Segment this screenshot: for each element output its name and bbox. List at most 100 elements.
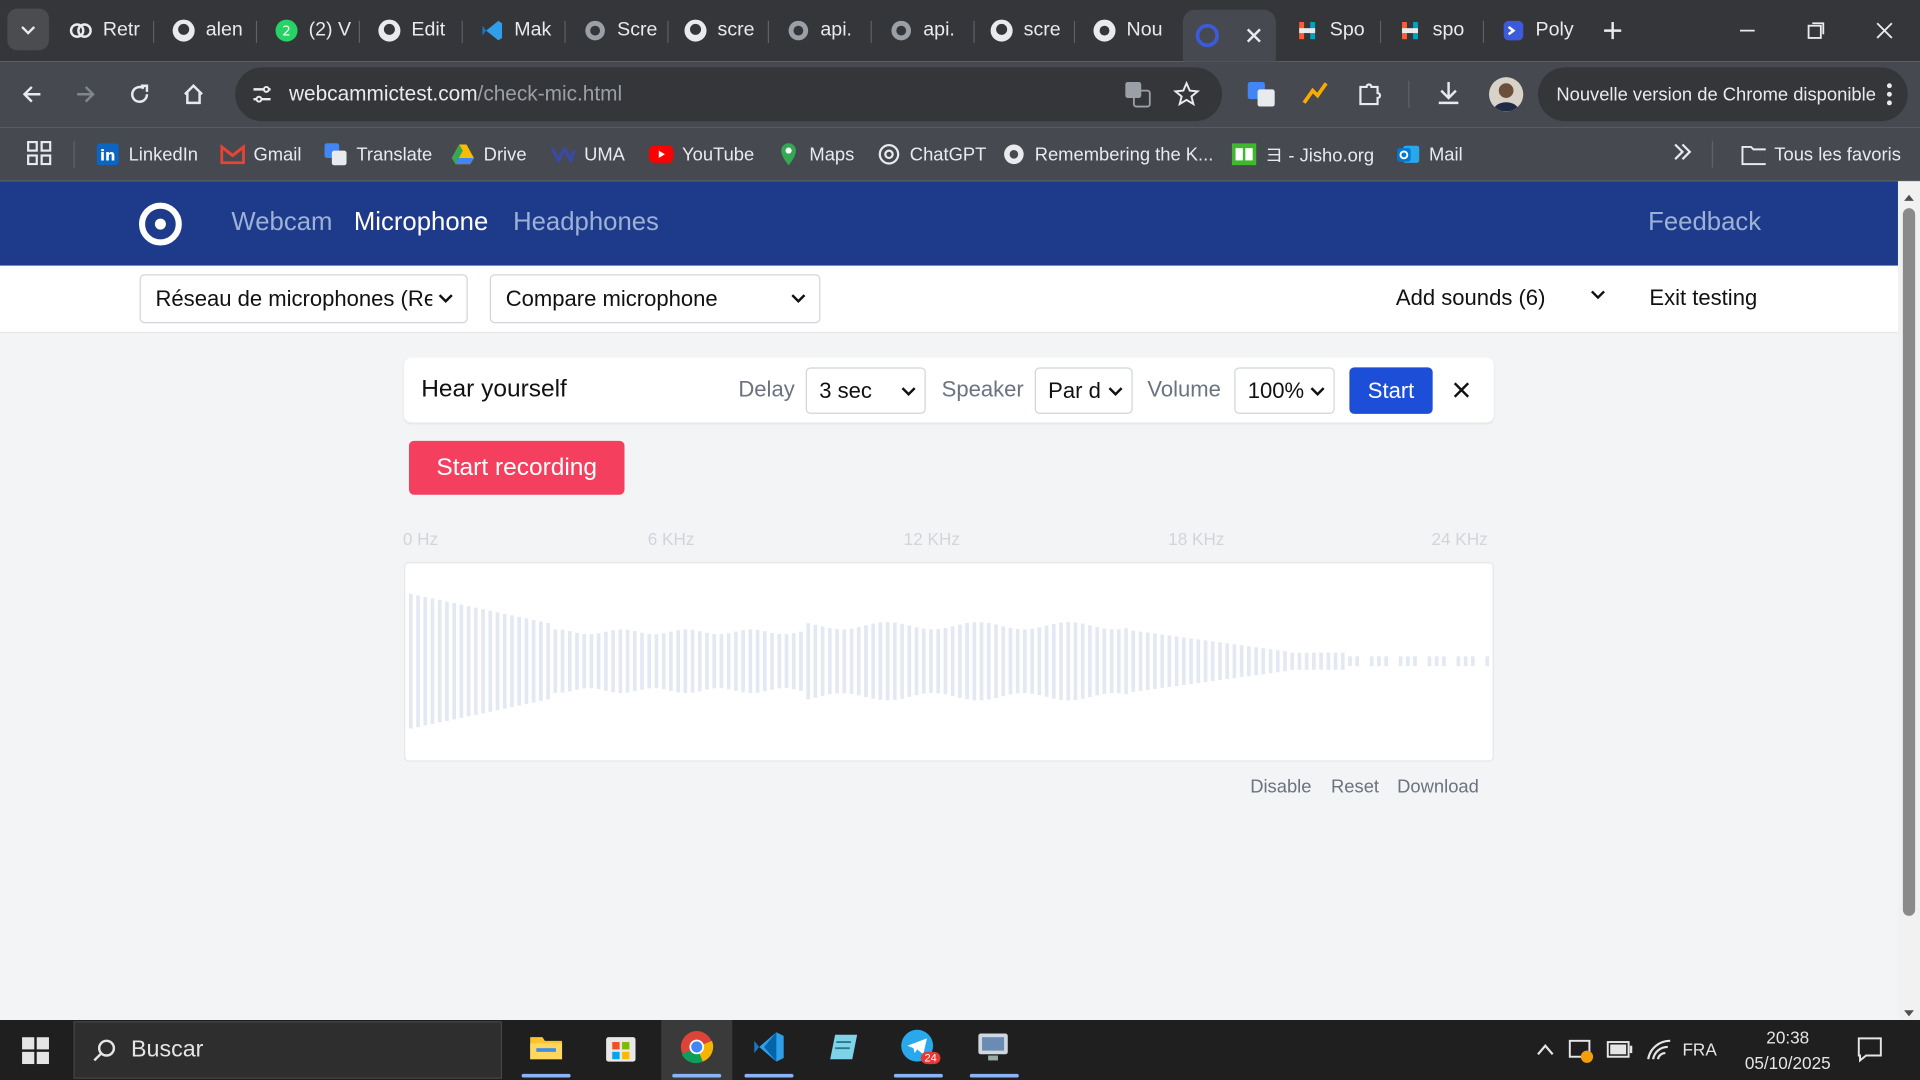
tab-9[interactable]: api. — [889, 10, 975, 52]
notifications-icon[interactable] — [1856, 1036, 1883, 1069]
tab-15[interactable]: Poly — [1501, 10, 1587, 52]
scrollbar-thumb[interactable] — [1902, 208, 1916, 916]
tab-active-webcammictest[interactable] — [1182, 9, 1276, 62]
nav-webcam[interactable]: Webcam — [231, 208, 332, 237]
language-indicator[interactable]: FRA — [1682, 1040, 1716, 1060]
address-bar[interactable]: webcammictest.com/check-mic.html — [235, 67, 1223, 122]
tab-5[interactable]: Mak — [480, 10, 566, 52]
start-recording-button[interactable]: Start recording — [408, 440, 625, 495]
add-sounds-button[interactable]: Add sounds (6) — [1396, 285, 1605, 311]
tab-3[interactable]: 2 (2) V — [274, 10, 361, 52]
download-icon[interactable] — [1435, 80, 1462, 113]
spectrum-bar — [488, 610, 493, 712]
battery-icon[interactable] — [1606, 1041, 1634, 1064]
home-button[interactable] — [174, 75, 213, 114]
new-tab-button[interactable] — [1594, 12, 1631, 49]
bookmark-jisho[interactable]: ヨ - Jisho.org — [1231, 140, 1374, 169]
extensions-puzzle-icon[interactable] — [1357, 80, 1384, 113]
taskbar-microsoft-store[interactable] — [589, 1020, 653, 1080]
bookmark-chatgpt[interactable]: ChatGPT — [877, 140, 986, 169]
spectrum-bar — [445, 601, 449, 721]
bookmark-uma[interactable]: UMA — [551, 140, 625, 169]
page-scrollbar[interactable] — [1897, 181, 1920, 1021]
tab-2[interactable]: alen — [171, 10, 258, 52]
reload-button[interactable] — [120, 75, 159, 114]
taskbar-remote-desktop[interactable] — [962, 1020, 1026, 1080]
start-playback-button[interactable]: Start — [1349, 367, 1433, 414]
windows-start-icon[interactable] — [22, 1037, 49, 1070]
tab-13[interactable]: Spo — [1296, 10, 1382, 52]
tab-7[interactable]: scre — [683, 10, 769, 52]
scroll-up-icon[interactable] — [1903, 186, 1915, 208]
taskbar-notepad[interactable] — [812, 1020, 876, 1080]
tab-4[interactable]: Edit — [377, 10, 463, 52]
exit-testing-button[interactable]: Exit testing — [1649, 285, 1757, 311]
forward-button[interactable] — [66, 75, 105, 114]
tab-14[interactable]: spo — [1398, 10, 1485, 52]
chrome-update-button[interactable]: Nouvelle version de Chrome disponible — [1537, 67, 1908, 122]
tab-8[interactable]: api. — [786, 10, 872, 52]
bookmark-translate[interactable]: Translate — [323, 140, 432, 169]
bookmark-youtube[interactable]: YouTube — [648, 140, 754, 169]
back-button[interactable] — [12, 75, 51, 114]
tab-search-button[interactable] — [7, 8, 49, 51]
tab-11[interactable]: Nou — [1092, 10, 1170, 52]
close-tab-icon[interactable] — [1242, 23, 1266, 47]
speaker-select[interactable]: Par d — [1034, 367, 1133, 414]
bookmark-drive[interactable]: Drive — [451, 140, 527, 169]
more-bookmarks-icon[interactable] — [1673, 142, 1693, 168]
tab-10[interactable]: scre — [989, 10, 1076, 52]
bookmark-mail[interactable]: Mail — [1396, 140, 1463, 169]
search-placeholder: Buscar — [131, 1036, 204, 1063]
compare-microphone-select[interactable]: Compare microphone — [489, 274, 821, 324]
nav-headphones[interactable]: Headphones — [513, 208, 659, 237]
minimize-button[interactable] — [1729, 12, 1766, 49]
nav-feedback[interactable]: Feedback — [1648, 208, 1761, 237]
taskbar-vscode[interactable] — [737, 1020, 801, 1080]
vscode-icon — [480, 18, 504, 42]
volume-select[interactable]: 100% — [1234, 367, 1335, 414]
close-icon — [1876, 22, 1893, 39]
bookmark-linkedin[interactable]: in LinkedIn — [96, 140, 198, 169]
spectrum-bar — [567, 631, 572, 692]
spectrum-bar — [726, 633, 731, 690]
clock[interactable]: 20:38 05/10/2025 — [1729, 1025, 1847, 1076]
google-translate-extension-icon[interactable] — [1247, 81, 1276, 114]
translate-page-icon[interactable] — [1124, 81, 1151, 114]
extension-pen-icon[interactable] — [1300, 78, 1329, 114]
bookmark-maps[interactable]: Maps — [776, 140, 854, 169]
taskbar-search[interactable]: Buscar — [73, 1021, 503, 1079]
taskbar-chrome[interactable] — [661, 1020, 733, 1080]
close-window-button[interactable] — [1866, 12, 1903, 49]
nav-microphone[interactable]: Microphone — [354, 208, 488, 237]
site-logo[interactable] — [137, 201, 184, 254]
bookmark-star-icon[interactable] — [1173, 80, 1200, 114]
spectrum-bar — [452, 603, 457, 720]
spectrum-bar — [799, 631, 803, 691]
spectrum-bar — [712, 634, 717, 689]
wifi-icon[interactable] — [1646, 1037, 1673, 1068]
update-tray-icon[interactable] — [1567, 1037, 1594, 1070]
url-text[interactable]: webcammictest.com/check-mic.html — [289, 82, 622, 106]
spectrum-bar — [560, 629, 565, 693]
tab-6[interactable]: Scre — [583, 10, 669, 52]
disable-link[interactable]: Disable — [1250, 776, 1311, 797]
tab-title: Poly — [1535, 19, 1574, 41]
tab-1[interactable]: Retr — [69, 10, 155, 52]
reset-link[interactable]: Reset — [1331, 776, 1379, 797]
bookmark-remembering-the-kanji[interactable]: Remembering the K... — [1002, 140, 1213, 169]
taskbar-telegram[interactable]: 24 — [887, 1020, 951, 1080]
microphone-select[interactable]: Réseau de microphones (Re — [139, 274, 468, 324]
delay-select[interactable]: 3 sec — [805, 367, 926, 414]
bookmark-gmail[interactable]: Gmail — [220, 140, 301, 169]
restore-button[interactable] — [1798, 12, 1835, 49]
taskbar-file-explorer[interactable] — [514, 1020, 578, 1080]
profile-avatar[interactable] — [1488, 77, 1524, 112]
site-info-icon[interactable] — [250, 82, 274, 113]
show-hidden-icons[interactable] — [1536, 1041, 1556, 1063]
spectrum-bar — [986, 623, 991, 700]
download-link[interactable]: Download — [1397, 776, 1479, 797]
apps-grid-icon[interactable] — [27, 140, 52, 172]
all-bookmarks-folder[interactable]: Tous les favoris — [1741, 140, 1901, 169]
close-panel-icon[interactable] — [1452, 381, 1470, 405]
